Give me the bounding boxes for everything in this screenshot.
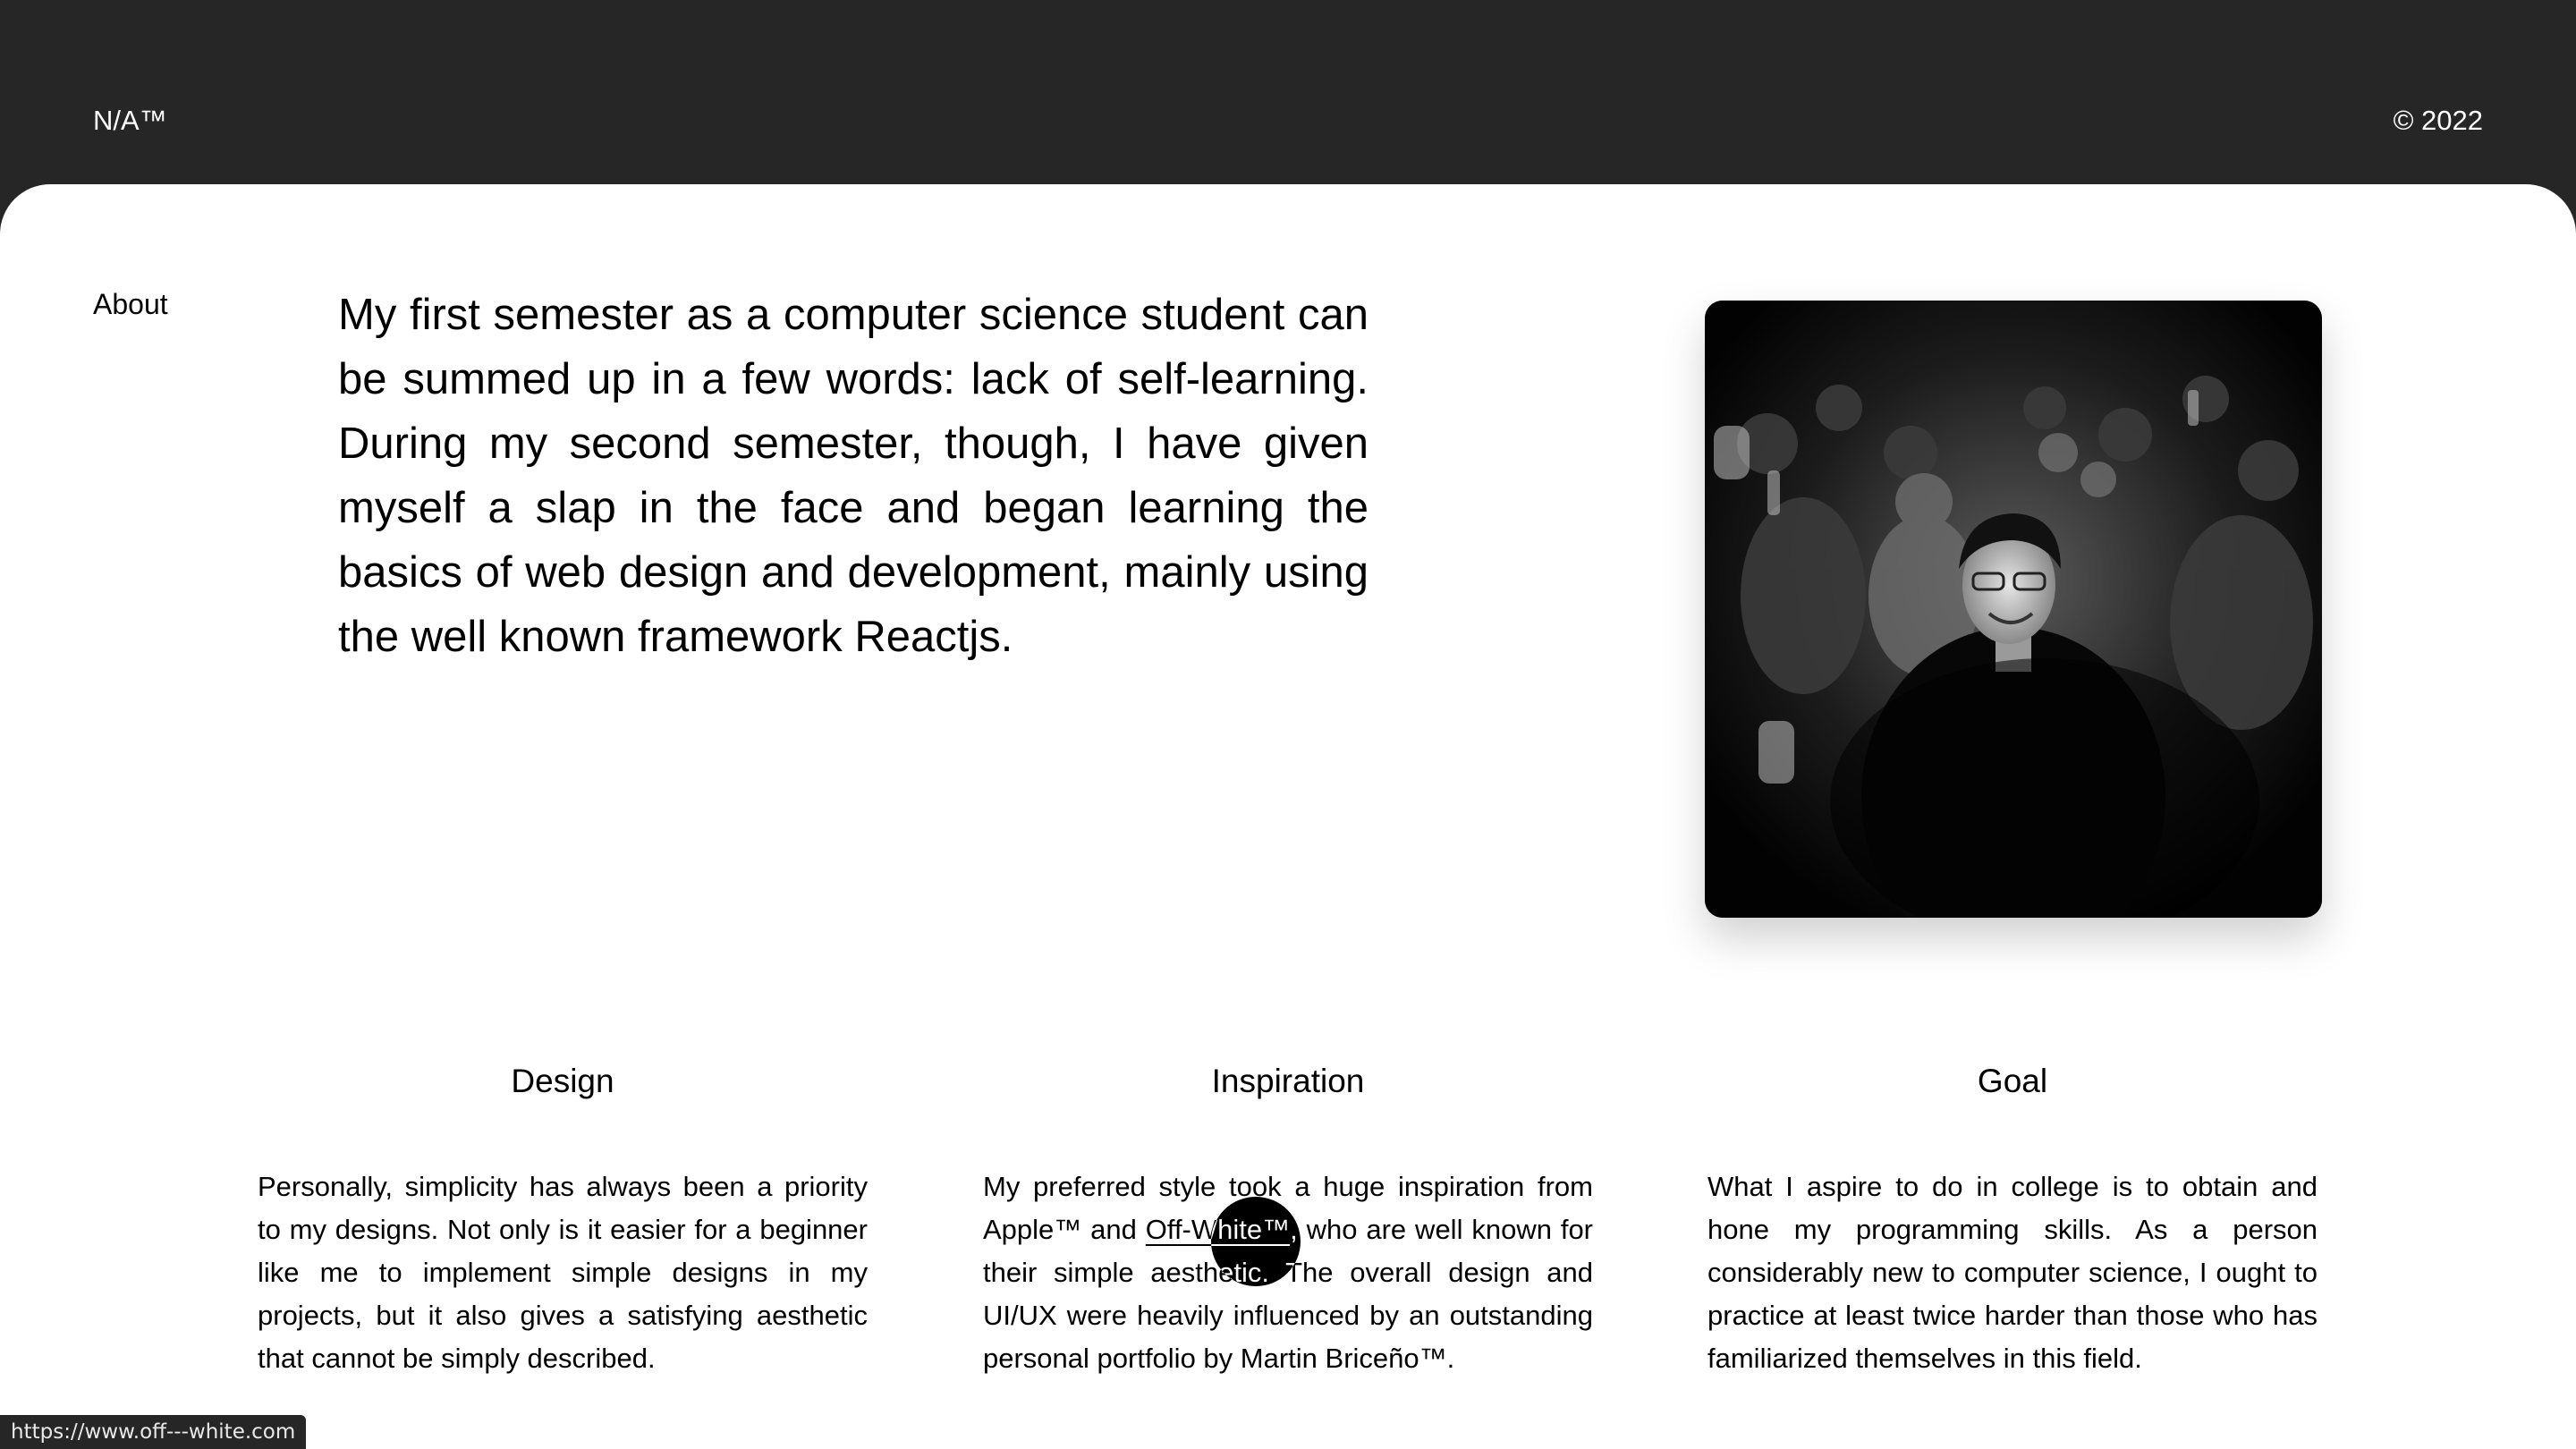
portrait-photo bbox=[1705, 301, 2322, 918]
inspiration-paragraph: My preferred style took a huge inspirati… bbox=[983, 1165, 1593, 1380]
design-title: Design bbox=[511, 1063, 614, 1099]
design-paragraph: Personally, simplicity has always been a… bbox=[258, 1171, 868, 1374]
goal-title: Goal bbox=[1977, 1063, 2048, 1099]
copyright-text: © 2022 bbox=[2393, 105, 2483, 136]
link-status-bar: https://www.off---white.com bbox=[0, 1415, 307, 1449]
about-section: About My first semester as a computer sc… bbox=[0, 184, 2576, 1449]
top-bar: N/A™ © 2022 bbox=[0, 0, 2576, 184]
section-label: About bbox=[93, 288, 168, 320]
goal-paragraph: What I aspire to do in college is to obt… bbox=[1707, 1171, 2318, 1374]
brand-logo[interactable]: N/A™ bbox=[93, 104, 167, 138]
portrait-image-icon bbox=[1705, 301, 2322, 918]
custom-cursor bbox=[1211, 1197, 1301, 1286]
inspiration-title: Inspiration bbox=[1211, 1063, 1365, 1099]
intro-paragraph: My first semester as a computer science … bbox=[338, 291, 1368, 661]
